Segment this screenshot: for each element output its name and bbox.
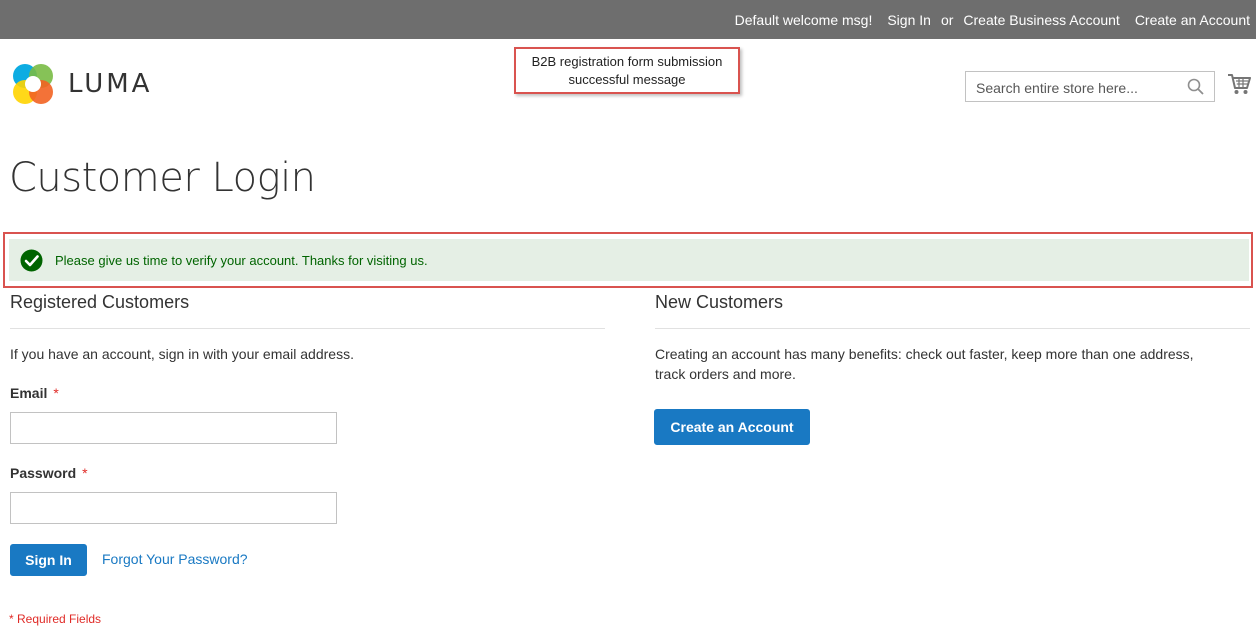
check-circle-icon [20,249,43,271]
divider [10,328,605,329]
new-customers-title: New Customers [655,292,784,312]
registered-customers-title: Registered Customers [10,292,190,312]
welcome-message: Default welcome msg! [734,11,873,28]
logo[interactable]: LUMA [10,61,152,107]
sign-in-button[interactable]: Sign In [10,544,87,576]
registered-intro: If you have an account, sign in with you… [10,346,354,362]
search-input[interactable] [974,72,1178,103]
required-fields-note: * Required Fields [9,612,102,626]
search-box [965,71,1215,103]
required-asterisk: * [82,465,88,481]
create-business-account-link[interactable]: Create Business Account [963,12,1119,28]
success-message-text: Please give us time to verify your accou… [55,252,428,268]
email-field[interactable] [10,412,337,444]
header-links: Default welcome msg! Sign In or Create B… [735,0,1250,39]
cart-icon[interactable] [1227,73,1251,95]
page-title: Customer Login [9,155,316,201]
new-customers-intro-line-1: Creating an account has many benefits: c… [655,346,1194,362]
create-account-link[interactable]: Create an Account [1135,12,1250,28]
logo-text: LUMA [68,69,153,99]
annotation-line-2: successful message [568,72,686,87]
or-separator: or [940,11,954,28]
required-asterisk: * [53,385,59,401]
search-icon[interactable] [1187,78,1204,95]
annotation-line-1: B2B registration form submission [531,54,723,69]
create-account-button[interactable]: Create an Account [654,409,810,445]
new-customers-intro: Creating an account has many benefits: c… [655,344,1194,384]
password-label: Password * [10,465,88,481]
email-label-text: Email [10,385,48,401]
top-bar: Default welcome msg! Sign In or Create B… [0,0,1256,39]
password-field[interactable] [10,492,337,524]
success-message: Please give us time to verify your accou… [9,239,1249,281]
forgot-password-link[interactable]: Forgot Your Password? [102,551,248,567]
luma-logo-icon [13,64,53,104]
divider [655,328,1250,329]
annotation-callout: B2B registration form submission success… [514,47,740,94]
email-label: Email * [10,385,59,401]
new-customers-intro-line-2: track orders and more. [655,366,796,382]
sign-in-link[interactable]: Sign In [887,12,931,28]
password-label-text: Password [10,465,77,481]
